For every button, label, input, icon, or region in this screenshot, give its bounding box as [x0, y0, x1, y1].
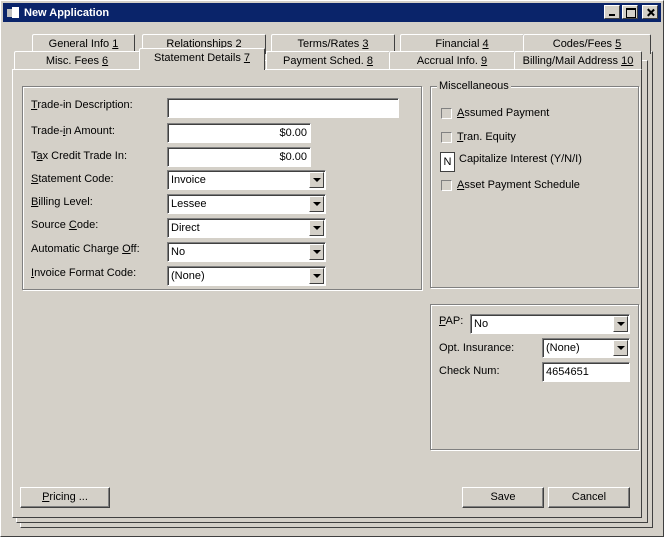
chevron-down-icon[interactable]: [309, 196, 324, 212]
invoice-format-select[interactable]: (None): [167, 266, 326, 286]
tab-statement-details[interactable]: Statement Details 7: [139, 48, 265, 70]
source-code-select[interactable]: Direct: [167, 218, 326, 238]
asset-payment-schedule-checkbox[interactable]: [441, 180, 452, 191]
asset-payment-schedule-label: Asset Payment Schedule: [457, 179, 580, 191]
billing-level-value: Lessee: [171, 198, 207, 210]
tab-accrual-info[interactable]: Accrual Info. 9: [389, 51, 515, 71]
statement-details-page: Trade-in Description: Trade-in Amount: $…: [12, 69, 642, 518]
chevron-down-icon[interactable]: [309, 244, 324, 260]
source-code-label: Source Code:: [31, 219, 99, 231]
chevron-down-icon[interactable]: [309, 268, 324, 284]
tradein-amount-label: Trade-in Amount:: [31, 125, 115, 137]
assumed-payment-label: Assumed Payment: [457, 107, 550, 119]
minimize-icon[interactable]: [604, 5, 620, 19]
opt-insurance-value: (None): [546, 342, 580, 354]
save-button[interactable]: Save: [462, 487, 544, 508]
auto-charge-off-label: Automatic Charge Off:: [31, 243, 140, 255]
close-icon[interactable]: [642, 5, 658, 19]
pap-select[interactable]: No: [470, 314, 630, 334]
capitalize-interest-label: Capitalize Interest (Y/N/I): [459, 153, 582, 165]
window-title: New Application: [24, 6, 110, 19]
tradein-amount-input[interactable]: $0.00: [167, 123, 311, 143]
billing-level-label: Billing Level:: [31, 196, 93, 208]
app-icon: [6, 6, 20, 20]
capitalize-interest-input[interactable]: N: [440, 152, 455, 172]
application-window: New Application General Info 1 Relations…: [0, 0, 664, 537]
pricing-button[interactable]: Pricing ...: [20, 487, 110, 508]
chevron-down-icon[interactable]: [309, 220, 324, 236]
pap-label: PAP:: [439, 315, 464, 327]
source-code-value: Direct: [171, 222, 200, 234]
tran-equity-checkbox[interactable]: [441, 132, 452, 143]
chevron-down-icon[interactable]: [613, 340, 628, 356]
assumed-payment-checkbox[interactable]: [441, 108, 452, 119]
opt-insurance-label: Opt. Insurance:: [439, 342, 515, 354]
maximize-icon[interactable]: [622, 5, 638, 19]
opt-insurance-select[interactable]: (None): [542, 338, 630, 358]
chevron-down-icon[interactable]: [613, 316, 628, 332]
miscellaneous-legend: Miscellaneous: [437, 80, 511, 92]
tradein-description-input[interactable]: [167, 98, 399, 118]
invoice-format-label: Invoice Format Code:: [31, 267, 137, 279]
title-bar[interactable]: New Application: [3, 3, 661, 22]
cancel-button[interactable]: Cancel: [548, 487, 630, 508]
auto-charge-off-value: No: [171, 246, 186, 258]
statement-code-select[interactable]: Invoice: [167, 170, 326, 190]
tax-credit-input[interactable]: $0.00: [167, 147, 311, 167]
check-num-input[interactable]: 4654651: [542, 362, 630, 382]
tab-billing-mail-address[interactable]: Billing/Mail Address 10: [514, 51, 642, 71]
check-num-label: Check Num:: [439, 365, 500, 377]
tab-misc-fees[interactable]: Misc. Fees 6: [14, 51, 140, 71]
chevron-down-icon[interactable]: [309, 172, 324, 188]
tax-credit-label: Tax Credit Trade In:: [31, 150, 127, 162]
statement-code-value: Invoice: [171, 174, 206, 186]
pap-value: No: [474, 318, 489, 330]
billing-level-select[interactable]: Lessee: [167, 194, 326, 214]
statement-code-label: Statement Code:: [31, 173, 114, 185]
invoice-format-value: (None): [171, 270, 205, 282]
auto-charge-off-select[interactable]: No: [167, 242, 326, 262]
tran-equity-label: Tran. Equity: [457, 131, 516, 143]
tab-payment-sched[interactable]: Payment Sched. 8: [266, 51, 390, 71]
tradein-description-label: Trade-in Description:: [31, 99, 133, 111]
